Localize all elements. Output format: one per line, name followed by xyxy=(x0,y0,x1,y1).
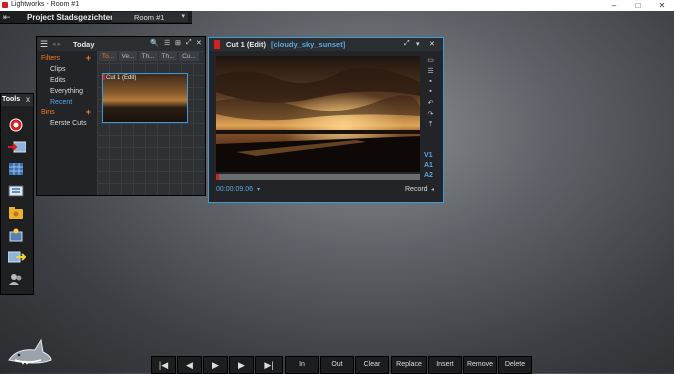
room-selector[interactable]: Room #1 ▾ xyxy=(112,12,188,22)
timeline-scrubber[interactable] xyxy=(216,174,420,180)
add-filter-button[interactable]: + xyxy=(86,53,91,63)
export-icon[interactable] xyxy=(7,250,27,264)
exit-icon[interactable]: ⇤ xyxy=(3,12,11,23)
pin-icon[interactable]: ▾ xyxy=(416,40,420,48)
window-title: Lightworks - Room #1 xyxy=(11,1,80,8)
mark-in-button[interactable]: In xyxy=(285,356,319,374)
users-icon[interactable] xyxy=(8,272,24,286)
close-button[interactable]: ✕ xyxy=(652,0,672,11)
column-header[interactable]: Cu... xyxy=(179,52,199,61)
bin-sidebar: Filters + Clips Edits Everything Recent … xyxy=(37,51,95,195)
insert-button[interactable]: Insert xyxy=(428,356,462,374)
clear-button[interactable]: Clear xyxy=(355,356,389,374)
video-frame[interactable] xyxy=(216,56,420,172)
project-name: Project Stadsgezichten xyxy=(27,13,116,22)
bin-header: ☰ ◂ ▸ Today 🔍 ☰ ⊞ ⤢ ✕ xyxy=(37,37,205,51)
search-icon[interactable]: 🔍 xyxy=(150,39,159,47)
maximize-button[interactable]: □ xyxy=(628,0,648,11)
expand-icon[interactable]: ⤢ xyxy=(186,39,192,47)
step-back-button[interactable]: ◀ xyxy=(177,356,202,374)
delete-button[interactable]: Delete xyxy=(498,356,532,374)
shark-mascot-icon xyxy=(7,338,53,368)
folder-icon[interactable]: ▭ xyxy=(426,56,435,64)
viewer-close-button[interactable]: ✕ xyxy=(429,40,435,48)
import-icon[interactable] xyxy=(8,140,27,154)
expand-icon[interactable]: ⤢ xyxy=(404,40,410,48)
sequence-icon[interactable] xyxy=(8,162,24,176)
folder-icon[interactable] xyxy=(8,206,24,220)
mark-out-icon[interactable]: ▪ xyxy=(426,88,435,95)
mark-in-icon[interactable]: ▪ xyxy=(426,78,435,85)
column-header[interactable]: To... xyxy=(99,52,117,61)
room-name: Room #1 xyxy=(134,13,165,22)
viewer-panel: Cut 1 (Edit) [cloudy_sky_sunset] ⤢ ▾ ✕ 0… xyxy=(208,37,444,203)
nav-arrows-icon[interactable]: ◂ ▸ xyxy=(52,40,61,48)
bins-label: Bins xyxy=(41,109,55,116)
filters-label: Filters xyxy=(41,55,61,62)
record-marker-icon xyxy=(214,40,220,49)
undo-icon[interactable]: ↶ xyxy=(426,99,435,107)
bin-content-grid[interactable]: To... Ve... Th... Th... Cu... Cut 1 (Edi… xyxy=(97,51,205,195)
tools-title: Tools xyxy=(2,96,21,103)
bin-item-eerste-cuts[interactable]: Eerste Cuts xyxy=(50,120,87,127)
effects-icon[interactable] xyxy=(8,228,24,242)
thumbnail-label: Cut 1 (Edit) xyxy=(106,75,137,81)
play-button[interactable]: ▶ xyxy=(203,356,228,374)
filter-item-recent[interactable]: Recent xyxy=(50,99,72,106)
window-titlebar: Lightworks - Room #1 – □ ✕ xyxy=(0,0,674,11)
list-view-icon[interactable]: ☰ xyxy=(164,39,170,47)
column-header[interactable]: Th... xyxy=(159,52,177,61)
chevron-down-icon[interactable]: ▾ xyxy=(257,186,260,193)
filter-item-clips[interactable]: Clips xyxy=(50,66,66,73)
project-bar: ⇤ Project Stadsgezichten Room #1 ▾ xyxy=(0,11,192,24)
menu-icon[interactable]: ☰ xyxy=(40,39,48,50)
bin-panel: ☰ ◂ ▸ Today 🔍 ☰ ⊞ ⤢ ✕ Filters + Clips Ed… xyxy=(36,36,206,196)
mark-out-button[interactable]: Out xyxy=(320,356,354,374)
go-to-end-button[interactable]: ▶| xyxy=(255,356,283,374)
bin-close-button[interactable]: ✕ xyxy=(196,39,202,47)
filter-item-everything[interactable]: Everything xyxy=(50,88,83,95)
viewer-toolbar: ▭ ☰ ▪ ▪ ↶ ↷ ⤒ V1 A1 A2 xyxy=(420,52,442,192)
timecode-display[interactable]: 00:00:09.06 xyxy=(216,186,253,193)
viewer-title: Cut 1 (Edit) xyxy=(226,40,266,49)
column-header[interactable]: Ve... xyxy=(119,52,137,61)
remove-button[interactable]: Remove xyxy=(463,356,497,374)
tools-header: Tools x xyxy=(1,94,33,106)
filter-item-edits[interactable]: Edits xyxy=(50,77,66,84)
storyboard-icon[interactable] xyxy=(8,184,24,198)
tools-panel: Tools x xyxy=(0,93,34,295)
track-a2[interactable]: A2 xyxy=(424,172,433,179)
step-forward-button[interactable]: ▶ xyxy=(229,356,254,374)
clip-thumbnail[interactable]: Cut 1 (Edit) xyxy=(102,73,188,123)
tools-close-button[interactable]: x xyxy=(26,95,30,104)
viewer-clip-name: [cloudy_sky_sunset] xyxy=(271,40,346,49)
go-to-start-button[interactable]: |◀ xyxy=(151,356,176,374)
column-header[interactable]: Th... xyxy=(139,52,157,61)
list-icon[interactable]: ☰ xyxy=(426,67,435,75)
lightworks-logo-icon xyxy=(2,2,8,8)
track-v1[interactable]: V1 xyxy=(424,152,433,159)
record-icon[interactable] xyxy=(8,118,24,132)
export-icon[interactable]: ⤒ xyxy=(426,121,435,129)
add-bin-button[interactable]: + xyxy=(86,107,91,117)
replace-button[interactable]: Replace xyxy=(391,356,427,374)
minimize-button[interactable]: – xyxy=(604,0,624,11)
viewer-header: Cut 1 (Edit) [cloudy_sky_sunset] ⤢ ▾ ✕ xyxy=(209,38,443,51)
redo-icon[interactable]: ↷ xyxy=(426,110,435,118)
playhead-icon[interactable] xyxy=(216,174,219,180)
bin-title: Today xyxy=(73,40,95,49)
grid-view-icon[interactable]: ⊞ xyxy=(175,39,181,47)
marker-icon xyxy=(103,74,105,80)
chevron-down-icon: ▾ xyxy=(181,13,185,20)
track-a1[interactable]: A1 xyxy=(424,162,433,169)
